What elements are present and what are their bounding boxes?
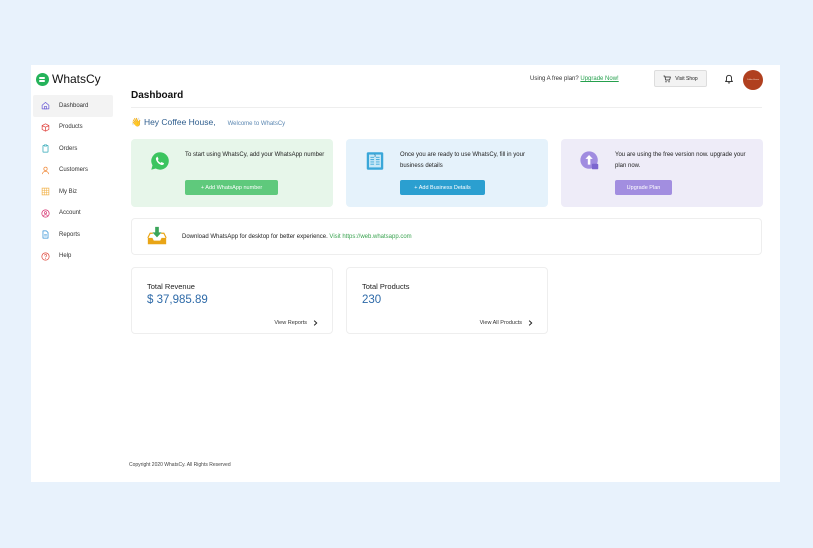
cart-icon [663,75,672,82]
page-title: Dashboard [131,90,184,101]
view-all-products-label: View All Products [479,320,522,326]
sidebar-item-label: Help [59,253,72,260]
view-reports-label: View Reports [274,320,307,326]
upgrade-plan-card: You are using the free version now. upgr… [561,139,763,207]
upgrade-now-link[interactable]: Upgrade Now! [580,76,618,82]
download-tray-icon [147,226,167,245]
box-icon [41,123,50,132]
whatsapp-icon [151,152,169,170]
clipboard-icon [42,144,49,153]
avatar[interactable]: Coffee House [743,70,763,90]
whatsapp-card-text: To start using WhatsCy, add your WhatsAp… [185,152,325,158]
sidebar-item-label: Orders [59,145,78,152]
greeting-text: 👋 Hey Coffee House, [131,117,216,127]
title-divider [131,107,762,108]
whatscy-logo-icon [36,72,49,86]
sidebar-item-account[interactable]: Account [33,203,113,225]
help-icon [41,252,50,261]
home-icon [41,102,50,110]
total-products-card: Total Products 230 View All Products [346,267,548,334]
download-text: Download WhatsApp for desktop for better… [182,234,412,240]
account-icon [41,209,50,218]
sidebar-item-products[interactable]: Products [33,117,113,139]
app-window: WhatsCy Using A free plan? Upgrade Now! … [31,65,780,482]
upgrade-arrow-icon [580,151,599,170]
whatsapp-setup-card: To start using WhatsCy, add your WhatsAp… [131,139,333,207]
chevron-right-icon [313,320,318,326]
total-revenue-value: $ 37,985.89 [147,294,208,306]
view-reports-link[interactable]: View Reports [274,320,318,326]
sidebar-item-reports[interactable]: Reports [33,224,113,246]
whatsapp-web-link[interactable]: Visit https://web.whatsapp.com [329,234,411,240]
bell-icon[interactable] [724,74,734,84]
brand-logo[interactable]: WhatsCy [36,72,101,86]
upgrade-plan-button[interactable]: Upgrade Plan [615,180,672,195]
sidebar-item-my-biz[interactable]: My Biz [33,181,113,203]
business-card-text: Once you are ready to use WhatsCy, fill … [400,152,525,169]
sidebar-item-label: Dashboard [59,102,89,109]
view-all-products-link[interactable]: View All Products [480,320,533,326]
report-icon [42,230,49,239]
footer-copyright: Copyright 2020 WhatsCy. All Rights Reser… [129,462,231,468]
grid-icon [41,188,50,196]
sidebar-item-dashboard[interactable]: Dashboard [33,95,113,117]
add-whatsapp-number-button[interactable]: + Add WhatsApp number [185,180,278,195]
sidebar-item-label: Customers [59,167,89,174]
total-revenue-card: Total Revenue $ 37,985.89 View Reports [131,267,333,334]
add-business-details-button[interactable]: + Add Business Details [400,180,485,195]
total-products-label: Total Products [362,282,410,291]
plan-note: Using A free plan? Upgrade Now! [530,76,619,82]
visit-shop-label: Visit Shop [675,75,698,82]
business-document-icon: $ [366,152,384,170]
upgrade-card-text: You are using the free version now. upgr… [615,152,746,169]
brand-name: WhatsCy [52,72,101,86]
total-products-value: 230 [362,294,382,306]
sidebar-item-customers[interactable]: Customers [33,160,113,182]
welcome-text: Welcome to WhatsCy [227,121,286,127]
sidebar-item-label: Reports [59,231,81,238]
total-revenue-label: Total Revenue [147,282,195,291]
sidebar-item-orders[interactable]: Orders [33,138,113,160]
business-details-card: $ Once you are ready to use WhatsCy, fil… [346,139,548,207]
sidebar: Dashboard Products Orders Customers My B… [33,95,113,267]
sidebar-item-label: Products [59,124,83,131]
download-banner: Download WhatsApp for desktop for better… [131,218,762,255]
sidebar-item-label: Account [59,210,81,217]
greeting-row: 👋 Hey Coffee House, Welcome to WhatsCy [131,117,285,128]
sidebar-item-label: My Biz [59,188,77,195]
visit-shop-button[interactable]: Visit Shop [654,70,707,87]
chevron-right-icon [528,320,533,326]
user-icon [42,166,49,174]
download-message: Download WhatsApp for desktop for better… [182,234,328,240]
avatar-text: Coffee House [746,79,760,81]
plan-text: Using A free plan? [530,76,579,82]
sidebar-item-help[interactable]: Help [33,246,113,268]
